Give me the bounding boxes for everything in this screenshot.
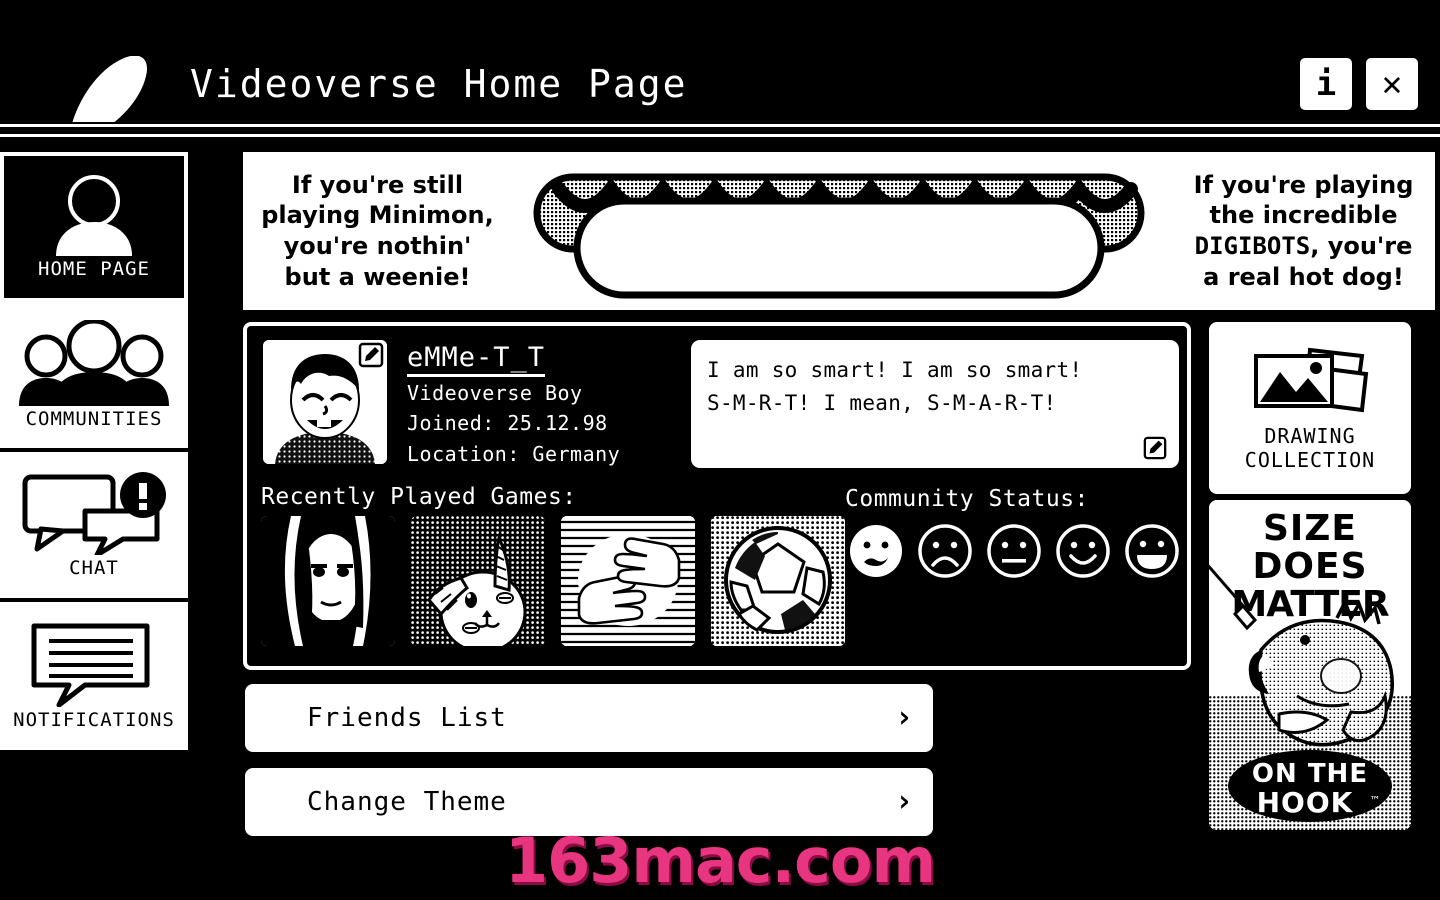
banner-left-line-2: playing Minimon, bbox=[261, 201, 494, 230]
app-root: Videoverse Home Page i ✕ HOME PAGE COMMU… bbox=[0, 0, 1440, 900]
banner-illustration bbox=[498, 159, 1180, 304]
chat-bubbles-icon bbox=[19, 471, 169, 555]
edit-pencil-icon[interactable] bbox=[358, 342, 384, 368]
sidebar-item-notifications[interactable]: NOTIFICATIONS bbox=[0, 602, 188, 750]
banner-right-line-3-tail: , you're bbox=[1310, 232, 1413, 260]
chevron-right-icon: › bbox=[894, 784, 913, 819]
sidebar-item-label: CHAT bbox=[69, 557, 119, 579]
profile-card: eMMe-T_T Videoverse Boy Joined: 25.12.98… bbox=[243, 322, 1191, 670]
svg-text:SIZE: SIZE bbox=[1263, 508, 1357, 549]
status-line-1: I am so smart! I am so smart! bbox=[707, 358, 1083, 382]
recently-played-label: Recently Played Games: bbox=[261, 484, 577, 510]
info-icon: i bbox=[1315, 64, 1337, 104]
hot-dog-icon bbox=[533, 173, 1145, 298]
banner-left-line-1: If you're still bbox=[291, 170, 464, 199]
close-icon: ✕ bbox=[1381, 64, 1403, 104]
chevron-right-icon: › bbox=[894, 700, 913, 735]
title-bar: Videoverse Home Page i ✕ bbox=[0, 0, 1440, 124]
people-group-icon bbox=[19, 320, 169, 406]
face-smile[interactable] bbox=[1054, 522, 1112, 580]
banner-left-line-3: you're nothin' bbox=[283, 232, 472, 260]
face-sad[interactable] bbox=[916, 522, 974, 580]
banner-right-line-4: a real hot dog! bbox=[1203, 262, 1404, 291]
drawing-label-line-2: COLLECTION bbox=[1244, 448, 1376, 472]
drawing-collection-card[interactable]: DRAWING COLLECTION bbox=[1209, 322, 1411, 494]
game-thumb-horror-face[interactable] bbox=[261, 516, 395, 646]
fish-on-hook-icon: SIZE DOES MATTER ON THE HOOK ™ bbox=[1209, 500, 1411, 830]
profile-info: eMMe-T_T Videoverse Boy Joined: 25.12.98… bbox=[407, 342, 620, 468]
game-thumb-hands[interactable] bbox=[561, 516, 695, 646]
svg-text:™: ™ bbox=[1370, 794, 1381, 807]
status-message-box[interactable]: I am so smart! I am so smart! S-M-R-T! I… bbox=[691, 340, 1179, 468]
banner-left-line-4: but a weenie! bbox=[284, 262, 471, 291]
profile-username[interactable]: eMMe-T_T bbox=[407, 342, 546, 378]
friends-list-button[interactable]: Friends List › bbox=[245, 684, 933, 752]
profile-subtitle: Videoverse Boy bbox=[407, 381, 583, 406]
digibots-brand: DIGIBOTS bbox=[1194, 232, 1311, 260]
banner-right-text: If you're playing the incredible DIGIBOT… bbox=[1180, 170, 1435, 293]
sidebar-item-home-page[interactable]: HOME PAGE bbox=[0, 152, 188, 302]
avatar[interactable] bbox=[263, 340, 387, 464]
notification-note-icon bbox=[29, 621, 159, 707]
info-button[interactable]: i bbox=[1300, 58, 1352, 110]
close-button[interactable]: ✕ bbox=[1366, 58, 1418, 110]
sidebar-item-communities[interactable]: COMMUNITIES bbox=[0, 302, 188, 452]
profile-joined: Joined: 25.12.98 bbox=[407, 411, 608, 436]
change-theme-label: Change Theme bbox=[307, 787, 507, 817]
sidebar-item-label: HOME PAGE bbox=[38, 258, 150, 280]
face-worried[interactable] bbox=[847, 522, 905, 580]
page-title: Videoverse Home Page bbox=[190, 62, 688, 106]
drawing-collection-label: DRAWING COLLECTION bbox=[1245, 424, 1375, 472]
banner-left-text: If you're still playing Minimon, you're … bbox=[243, 170, 498, 293]
advertisement-card[interactable]: SIZE DOES MATTER ON THE HOOK ™ bbox=[1209, 500, 1411, 830]
window-controls: i ✕ bbox=[1300, 58, 1418, 110]
banner-right-line-3: DIGIBOTS, you're bbox=[1180, 231, 1427, 262]
sidebar-item-label: NOTIFICATIONS bbox=[13, 709, 175, 731]
sidebar-item-chat[interactable]: CHAT bbox=[0, 452, 188, 602]
promo-banner: If you're still playing Minimon, you're … bbox=[243, 152, 1435, 310]
recently-played-games bbox=[261, 516, 845, 646]
face-neutral[interactable] bbox=[985, 522, 1043, 580]
title-divider bbox=[0, 122, 1440, 144]
face-grin[interactable] bbox=[1123, 522, 1181, 580]
game-thumb-bunny[interactable] bbox=[411, 516, 545, 646]
wave-logo-icon bbox=[72, 56, 147, 124]
community-status-faces bbox=[847, 522, 1181, 580]
community-status-label: Community Status: bbox=[845, 486, 1089, 512]
drawing-label-line-1: DRAWING bbox=[1264, 424, 1356, 448]
banner-right-line-2: the incredible bbox=[1209, 201, 1398, 230]
sidebar-nav: HOME PAGE COMMUNITIES CHAT NOTIFICATIONS bbox=[0, 152, 188, 750]
status-line-2: S-M-R-T! I mean, S-M-A-R-T! bbox=[707, 390, 1057, 415]
sidebar-item-label: COMMUNITIES bbox=[25, 408, 163, 430]
banner-right-line-1: If you're playing bbox=[1193, 170, 1414, 199]
svg-text:ON THE: ON THE bbox=[1252, 759, 1368, 789]
svg-text:DOES: DOES bbox=[1252, 546, 1367, 587]
person-icon bbox=[48, 174, 140, 256]
svg-text:HOOK: HOOK bbox=[1257, 786, 1354, 819]
friends-list-label: Friends List bbox=[307, 703, 507, 733]
profile-location: Location: Germany bbox=[407, 441, 621, 466]
game-thumb-soccer[interactable] bbox=[711, 516, 845, 646]
edit-pencil-icon[interactable] bbox=[1143, 436, 1167, 460]
change-theme-button[interactable]: Change Theme › bbox=[245, 768, 933, 836]
pictures-stack-icon bbox=[1254, 347, 1369, 413]
